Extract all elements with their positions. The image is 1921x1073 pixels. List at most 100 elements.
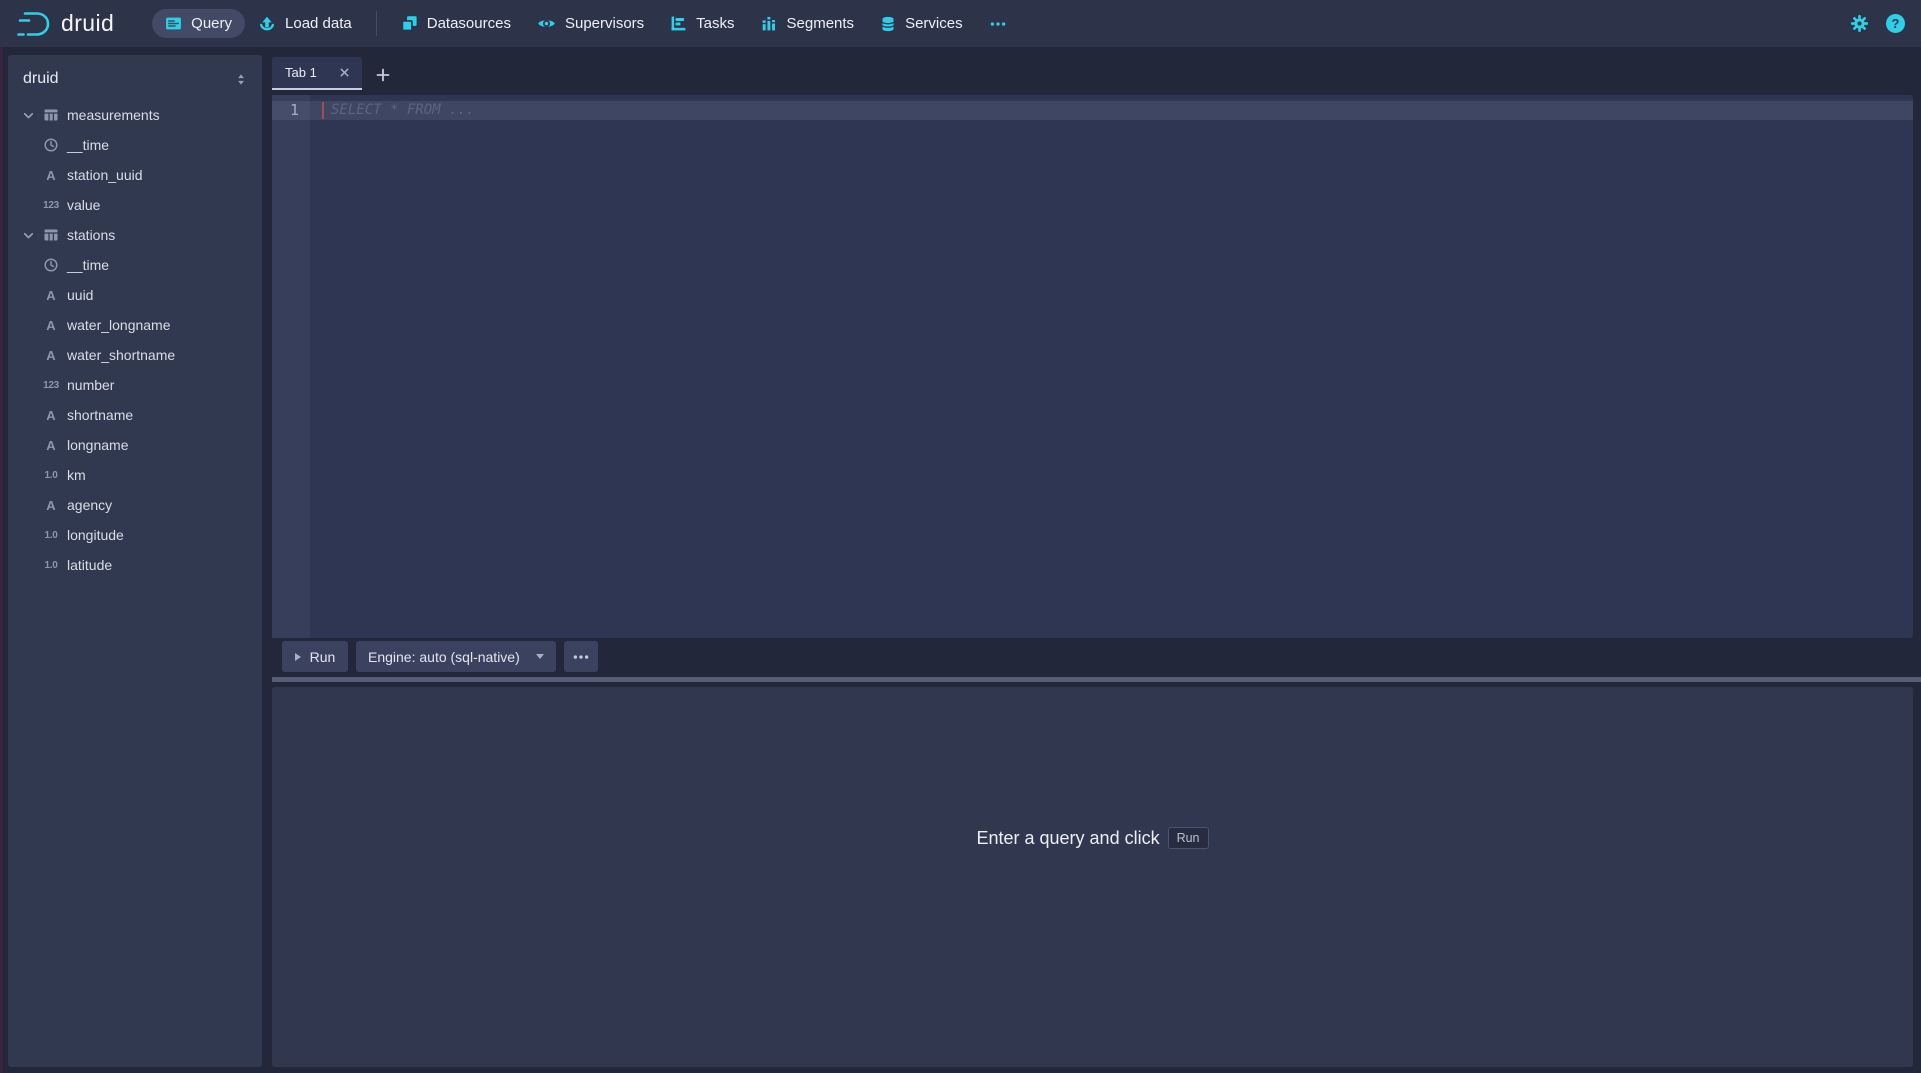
run-button-label: Run	[310, 649, 336, 665]
tree-table-stations[interactable]: stations	[8, 220, 262, 250]
tree-label: measurements	[67, 107, 160, 123]
tree-label: __time	[67, 257, 109, 273]
tree-label: water_longname	[67, 317, 171, 333]
result-panel: Enter a query and click Run	[272, 687, 1913, 1067]
nav-item-load-data[interactable]: Load data	[245, 9, 365, 38]
tab-label: Tab 1	[285, 65, 317, 80]
clock-icon	[42, 257, 60, 273]
tree-column-time[interactable]: __time	[8, 130, 262, 160]
nav-item-label: Datasources	[427, 15, 511, 32]
query-more-button[interactable]	[564, 641, 598, 672]
run-button[interactable]: Run	[282, 641, 348, 672]
string-type-icon: A	[42, 408, 60, 423]
tree-label: longname	[67, 437, 129, 453]
tree-column-number[interactable]: 123 number	[8, 370, 262, 400]
tree-column-longitude[interactable]: 1.0 longitude	[8, 520, 262, 550]
tree-column-uuid[interactable]: A uuid	[8, 280, 262, 310]
tree-column-water-longname[interactable]: A water_longname	[8, 310, 262, 340]
table-icon	[42, 227, 60, 243]
nav-item-services[interactable]: Services	[867, 9, 976, 38]
tree-label: latitude	[67, 557, 112, 573]
chevron-down-icon	[20, 107, 36, 123]
float-type-icon: 1.0	[42, 560, 60, 571]
top-navbar: druid Query Load data Datasources	[0, 0, 1921, 47]
navbar-divider	[376, 11, 377, 36]
nav-item-label: Query	[191, 15, 232, 32]
editor-placeholder: SELECT * FROM ...	[331, 102, 474, 119]
gear-icon	[1850, 14, 1869, 33]
tree-label: number	[67, 377, 114, 393]
string-type-icon: A	[42, 288, 60, 303]
editor-gutter: 1	[272, 95, 310, 638]
tree-label: agency	[67, 497, 112, 513]
tree-column-value[interactable]: 123 value	[8, 190, 262, 220]
brand-name: druid	[61, 10, 114, 37]
chevron-down-icon	[20, 227, 36, 243]
caret-down-icon	[536, 654, 544, 659]
nav-item-label: Load data	[285, 15, 352, 32]
play-caret-icon	[295, 653, 301, 661]
gantt-chart-icon	[670, 15, 687, 32]
tree-column-agency[interactable]: A agency	[8, 490, 262, 520]
upload-arrow-icon	[258, 15, 276, 33]
panel-resize-handle[interactable]	[272, 677, 1921, 682]
string-type-icon: A	[42, 168, 60, 183]
string-type-icon: A	[42, 348, 60, 363]
add-tab-button[interactable]	[371, 63, 395, 87]
tree-label: longitude	[67, 527, 124, 543]
line-number: 1	[290, 102, 299, 119]
tree-table-measurements[interactable]: measurements	[8, 100, 262, 130]
nav-item-supervisors[interactable]: Supervisors	[524, 9, 657, 38]
settings-button[interactable]	[1850, 14, 1869, 33]
eye-icon	[537, 14, 556, 33]
tree-label: uuid	[67, 287, 93, 303]
number-type-icon: 123	[42, 200, 60, 211]
nav-item-label: Supervisors	[565, 15, 644, 32]
engine-select-button[interactable]: Engine: auto (sql-native)	[356, 641, 556, 672]
nav-item-tasks[interactable]: Tasks	[657, 9, 747, 38]
tree-column-station-uuid[interactable]: A station_uuid	[8, 160, 262, 190]
tree-column-km[interactable]: 1.0 km	[8, 460, 262, 490]
bar-group-icon	[761, 15, 778, 32]
nav-item-datasources[interactable]: Datasources	[388, 9, 524, 38]
tree-column-shortname[interactable]: A shortname	[8, 400, 262, 430]
tree-column-latitude[interactable]: 1.0 latitude	[8, 550, 262, 580]
tree-column-water-shortname[interactable]: A water_shortname	[8, 340, 262, 370]
string-type-icon: A	[42, 498, 60, 513]
schema-name: druid	[23, 70, 59, 88]
tree-label: __time	[67, 137, 109, 153]
tree-label: value	[67, 197, 100, 213]
double-caret-vertical-icon	[234, 72, 248, 87]
druid-logo[interactable]: druid	[16, 8, 114, 40]
nav-item-query[interactable]: Query	[152, 9, 245, 38]
nav-item-label: Services	[905, 15, 963, 32]
sql-editor[interactable]: 1 SELECT * FROM ...	[272, 95, 1913, 638]
tab-close-button[interactable]	[336, 64, 353, 81]
tab-tab1[interactable]: Tab 1	[272, 57, 362, 90]
editor-active-line	[310, 101, 1913, 120]
float-type-icon: 1.0	[42, 530, 60, 541]
window-edge	[0, 47, 3, 1073]
nav-item-label: Segments	[787, 15, 855, 32]
string-type-icon: A	[42, 438, 60, 453]
float-type-icon: 1.0	[42, 470, 60, 481]
nav-item-segments[interactable]: Segments	[748, 9, 868, 38]
schema-sidebar: druid measurements __time A station_uuid…	[8, 55, 262, 1067]
engine-label: Engine: auto (sql-native)	[368, 649, 520, 665]
query-tab-bar: Tab 1	[272, 55, 1913, 95]
string-type-icon: A	[42, 318, 60, 333]
question-mark-icon: ?	[1892, 16, 1900, 31]
tree-label: water_shortname	[67, 347, 175, 363]
nav-item-label: Tasks	[696, 15, 734, 32]
database-icon	[880, 15, 896, 33]
schema-header: druid	[8, 55, 262, 100]
tree-column-longname[interactable]: A longname	[8, 430, 262, 460]
plus-icon	[375, 67, 391, 83]
sort-toggle-button[interactable]	[234, 72, 248, 87]
tree-label: station_uuid	[67, 167, 143, 183]
nav-more-button[interactable]	[976, 9, 1020, 38]
query-console-icon	[165, 15, 182, 32]
tree-column-time[interactable]: __time	[8, 250, 262, 280]
help-button[interactable]: ?	[1886, 14, 1905, 33]
text-cursor	[322, 102, 324, 119]
